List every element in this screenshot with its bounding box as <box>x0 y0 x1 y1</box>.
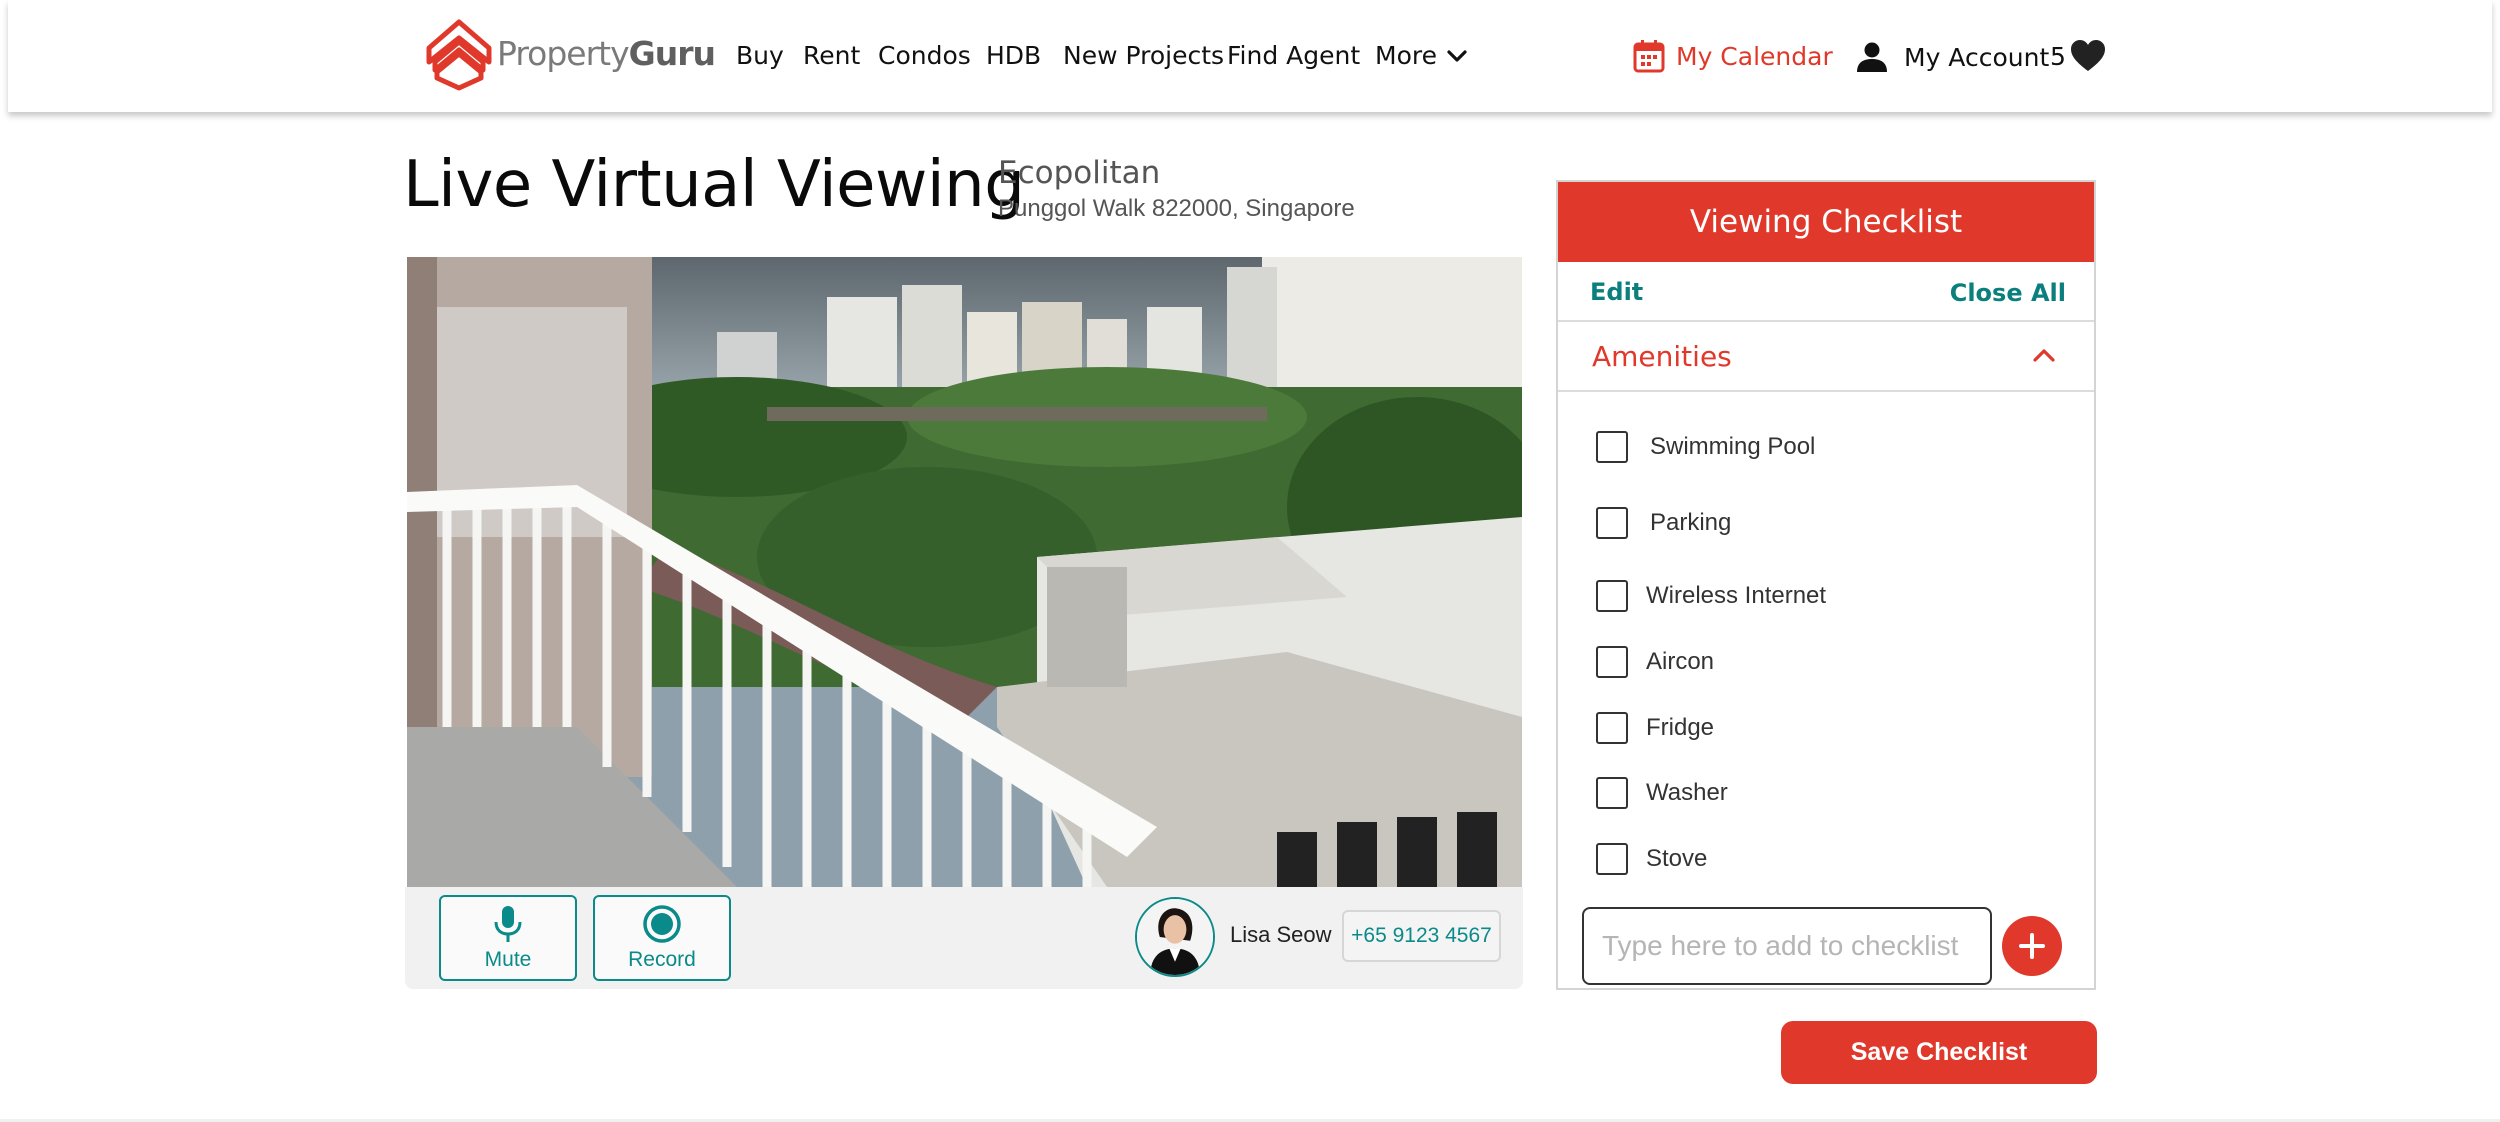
video-frame-image <box>407 257 1522 887</box>
add-checklist-item-button[interactable] <box>2002 916 2062 976</box>
nav-find-agent[interactable]: Find Agent <box>1227 41 1360 70</box>
checkbox[interactable] <box>1596 431 1628 463</box>
checklist-item-label: Swimming Pool <box>1650 433 1816 460</box>
my-calendar-label: My Calendar <box>1676 41 1833 71</box>
checklist-item-label: Parking <box>1650 509 1732 536</box>
nav-condos[interactable]: Condos <box>878 41 971 70</box>
chevron-up-icon <box>2033 349 2055 362</box>
favorites-link[interactable]: 5 <box>2050 39 2106 73</box>
checkbox[interactable] <box>1596 646 1628 678</box>
checkbox[interactable] <box>1596 843 1628 875</box>
checkbox[interactable] <box>1596 712 1628 744</box>
my-calendar-link[interactable]: My Calendar <box>1633 39 1833 73</box>
heart-icon <box>2070 40 2105 71</box>
my-account-link[interactable]: My Account <box>1856 41 2049 73</box>
checklist-item-wireless-internet[interactable]: Wireless Internet <box>1596 580 1826 612</box>
checklist-item-label: Stove <box>1646 845 1708 872</box>
checklist-item-swimming-pool[interactable]: Swimming Pool <box>1596 431 1815 463</box>
checkbox[interactable] <box>1596 580 1628 612</box>
amenities-section-title: Amenities <box>1592 340 1732 373</box>
property-name: Ecopolitan <box>998 155 1161 191</box>
add-checklist-item-input[interactable] <box>1582 907 1992 985</box>
record-icon <box>643 905 681 943</box>
checklist-actions: Edit Close All <box>1558 262 2094 322</box>
plus-icon <box>2019 933 2045 959</box>
checkbox[interactable] <box>1596 507 1628 539</box>
mute-button[interactable]: Mute <box>439 895 577 981</box>
agent-portrait-image <box>1137 899 1213 975</box>
checklist-item-parking[interactable]: Parking <box>1596 507 1731 539</box>
property-address: Punggol Walk 822000, Singapore <box>998 195 1355 222</box>
video-controls-bar: Mute Record Lisa Seow +65 9123 4567 <box>405 887 1523 989</box>
user-icon <box>1857 42 1887 72</box>
save-checklist-button[interactable]: Save Checklist <box>1781 1021 2097 1084</box>
calendar-icon <box>1633 40 1665 73</box>
nav-more-label: More <box>1375 41 1437 70</box>
checklist-item-washer[interactable]: Washer <box>1596 777 1728 809</box>
agent-name: Lisa Seow <box>1230 922 1332 947</box>
checklist-item-label: Fridge <box>1646 714 1715 741</box>
live-video-feed[interactable] <box>407 257 1522 887</box>
record-button[interactable]: Record <box>593 895 731 981</box>
checklist-title: Viewing Checklist <box>1689 204 1963 240</box>
close-all-button[interactable]: Close All <box>1950 279 2066 307</box>
nav-buy[interactable]: Buy <box>736 41 784 70</box>
chevron-down-icon <box>1447 49 1467 62</box>
amenities-section-toggle[interactable]: Amenities <box>1558 322 2094 392</box>
checklist-item-fridge[interactable]: Fridge <box>1596 712 1714 744</box>
nav-more[interactable]: More <box>1375 41 1469 70</box>
my-account-label: My Account <box>1904 42 2050 72</box>
checklist-item-label: Aircon <box>1646 648 1715 675</box>
top-header: PropertyGuru Buy Rent Condos HDB New Pro… <box>8 0 2492 112</box>
checkbox[interactable] <box>1596 777 1628 809</box>
viewing-checklist-panel: Viewing Checklist Edit Close All Ameniti… <box>1556 180 2096 990</box>
agent-avatar <box>1135 897 1215 977</box>
checklist-header: Viewing Checklist <box>1558 182 2094 262</box>
favorites-count: 5 <box>2050 41 2066 71</box>
page-title: Live Virtual Viewing <box>403 148 1025 222</box>
agent-phone-button[interactable]: +65 9123 4567 <box>1342 910 1501 962</box>
checklist-item-label: Wireless Internet <box>1646 582 1827 609</box>
nav-hdb[interactable]: HDB <box>986 41 1041 70</box>
checklist-item-aircon[interactable]: Aircon <box>1596 646 1714 678</box>
checklist-item-stove[interactable]: Stove <box>1596 843 1707 875</box>
mute-label: Mute <box>484 948 532 971</box>
edit-button[interactable]: Edit <box>1590 278 1643 306</box>
nav-rent[interactable]: Rent <box>803 41 860 70</box>
checklist-item-label: Washer <box>1646 779 1728 806</box>
nav-new-projects[interactable]: New Projects <box>1063 41 1224 70</box>
main-nav: Buy Rent Condos HDB New Projects Find Ag… <box>8 0 2492 112</box>
record-label: Record <box>628 948 696 971</box>
microphone-icon <box>494 906 522 942</box>
